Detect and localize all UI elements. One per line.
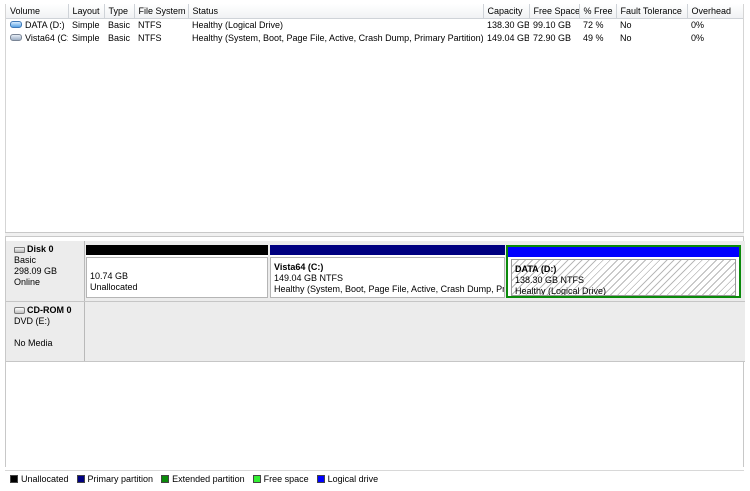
cd-rom-icon (14, 307, 25, 314)
fault-tolerance-cell: No (620, 32, 632, 43)
column-header-fault-tolerance[interactable]: Fault Tolerance (616, 4, 688, 19)
capacity-cell: 149.04 GB (487, 32, 529, 43)
legend-item-primary: Primary partition (76, 473, 154, 484)
volume-cell: DATA (D:) (6, 18, 68, 31)
partition-status: Unallocated (90, 282, 138, 292)
disk-map: Disk 0 Basic 298.09 GB Online 10.74 GB U… (5, 237, 745, 467)
status-cell: Healthy (Logical Drive) (192, 19, 284, 30)
free-space-cell: 72.90 GB (533, 32, 572, 43)
column-header-file-system[interactable]: File System (134, 4, 189, 19)
legend-swatch (252, 474, 261, 483)
volume-drive-icon (10, 21, 22, 29)
column-header-capacity[interactable]: Capacity (483, 4, 530, 19)
legend: Unallocated Primary partition Extended p… (5, 470, 744, 486)
table-row[interactable]: Vista64 (C:) Simple Basic NTFS Healthy (… (6, 31, 743, 44)
legend-label: Primary partition (87, 473, 154, 484)
partition-bar-unallocated (86, 245, 268, 255)
percent-free-cell: 49 % (583, 32, 604, 43)
volume-name: DATA (D:) (25, 19, 65, 30)
partition-name: Vista64 (C:) (274, 262, 324, 272)
column-header-overhead[interactable]: Overhead (687, 4, 743, 19)
legend-swatch (10, 474, 18, 483)
disk-size: 298.09 GB (14, 266, 58, 276)
disk-label-cdrom-0[interactable]: CD-ROM 0 DVD (E:) No Media (6, 302, 85, 361)
disk-label-disk-0[interactable]: Disk 0 Basic 298.09 GB Online (6, 241, 85, 301)
legend-item-free-space: Free space (252, 473, 309, 484)
column-header-percent-free[interactable]: % Free (579, 4, 617, 19)
status-cell: Healthy (System, Boot, Page File, Active… (192, 32, 483, 43)
partition-vista64-c[interactable]: Vista64 (C:) 149.04 GB NTFS Healthy (Sys… (270, 245, 505, 298)
capacity-cell: 138.30 GB (487, 19, 529, 30)
disk-name: Disk 0 (27, 244, 54, 254)
volume-cell: Vista64 (C:) (6, 31, 68, 44)
partition-extended-selected[interactable]: DATA (D:) 138.30 GB NTFS Healthy (Logica… (506, 245, 741, 298)
disk-row-disk-0: Disk 0 Basic 298.09 GB Online 10.74 GB U… (6, 241, 745, 302)
free-space-cell: 99.10 GB (533, 19, 572, 30)
volume-table-header: Volume Layout Type File System Status Ca… (6, 4, 743, 19)
legend-label: Extended partition (172, 473, 245, 484)
column-header-layout[interactable]: Layout (68, 4, 105, 19)
partition-size: 10.74 GB (90, 271, 129, 281)
file-system-cell: NTFS (138, 19, 162, 30)
cdrom-media: No Media (14, 338, 53, 348)
table-row[interactable]: DATA (D:) Simple Basic NTFS Healthy (Log… (6, 18, 743, 31)
disk-type: Basic (14, 255, 37, 265)
overhead-cell: 0% (691, 32, 705, 43)
partition-bar-logical (508, 247, 739, 257)
legend-swatch (316, 474, 325, 483)
cdrom-drive: DVD (E:) (14, 316, 50, 326)
partition-size-fs: 149.04 GB NTFS (274, 273, 344, 283)
layout-cell: Simple (72, 32, 100, 43)
fault-tolerance-cell: No (620, 19, 632, 30)
partition-body: 10.74 GB Unallocated (86, 257, 268, 298)
hard-disk-icon (14, 246, 25, 253)
overhead-cell: 0% (691, 19, 705, 30)
layout-cell: Simple (72, 19, 100, 30)
type-cell: Basic (108, 19, 131, 30)
type-cell: Basic (108, 32, 131, 43)
cdrom-name: CD-ROM 0 (27, 305, 72, 315)
legend-item-unallocated: Unallocated (10, 474, 69, 484)
disk-management-window: Volume Layout Type File System Status Ca… (0, 0, 750, 491)
volume-name: Vista64 (C:) (25, 32, 68, 43)
legend-label: Unallocated (21, 473, 69, 484)
column-header-type[interactable]: Type (104, 4, 135, 19)
column-header-free-space[interactable]: Free Space (529, 4, 580, 19)
legend-swatch (76, 474, 85, 483)
column-header-status[interactable]: Status (188, 4, 484, 19)
column-header-volume[interactable]: Volume (6, 4, 69, 19)
volume-drive-icon (10, 34, 22, 41)
partition-bar-primary (270, 245, 505, 255)
legend-label: Logical drive (327, 473, 379, 484)
partition-status: Healthy (Logical Drive) (515, 286, 607, 296)
legend-item-logical: Logical drive (316, 473, 379, 484)
partition-size-fs: 138.30 GB NTFS (515, 275, 585, 285)
legend-label: Free space (263, 473, 309, 484)
disk-row-cdrom-0: CD-ROM 0 DVD (E:) No Media (6, 302, 745, 362)
volume-table: Volume Layout Type File System Status Ca… (6, 4, 743, 44)
partition-name: DATA (D:) (515, 264, 557, 274)
file-system-cell: NTFS (138, 32, 162, 43)
partition-status: Healthy (System, Boot, Page File, Active… (274, 284, 505, 294)
legend-swatch (161, 474, 170, 483)
logical-drive-data-d[interactable]: DATA (D:) 138.30 GB NTFS Healthy (Logica… (511, 259, 736, 296)
percent-free-cell: 72 % (583, 19, 604, 30)
volume-list[interactable]: Volume Layout Type File System Status Ca… (5, 4, 744, 232)
partition-body: Vista64 (C:) 149.04 GB NTFS Healthy (Sys… (270, 257, 505, 298)
partition-unallocated[interactable]: 10.74 GB Unallocated (86, 245, 268, 298)
disk-state: Online (14, 277, 41, 287)
legend-item-extended: Extended partition (161, 474, 245, 484)
